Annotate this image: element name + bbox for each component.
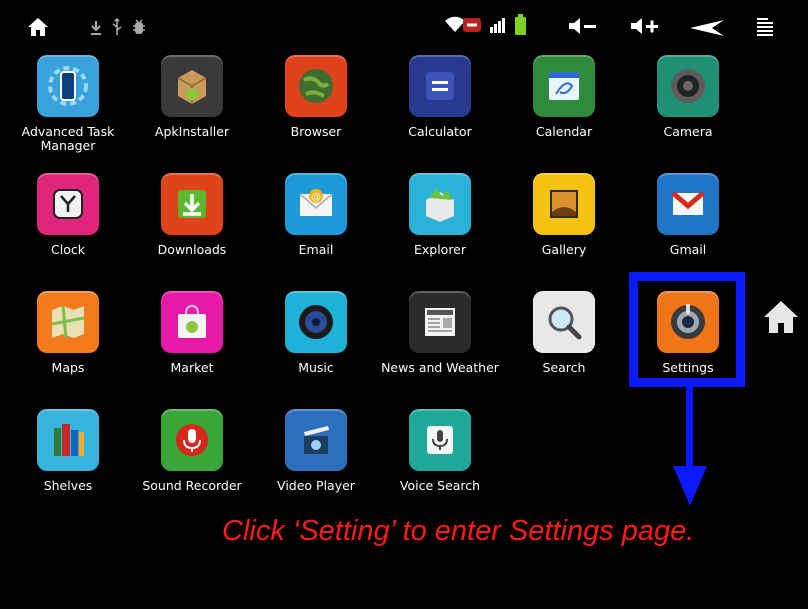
- app-video-player[interactable]: Video Player: [248, 406, 368, 516]
- app-label: Browser: [290, 124, 342, 139]
- app-calendar[interactable]: Calendar: [496, 52, 616, 162]
- task-manager-icon: [37, 55, 99, 117]
- app-apkinstaller[interactable]: ApkInstaller: [124, 52, 244, 162]
- search-icon: [533, 291, 595, 353]
- app-browser[interactable]: Browser: [248, 52, 368, 162]
- app-clock[interactable]: Clock: [0, 170, 120, 280]
- signal-warning-icon: [463, 16, 481, 38]
- market-icon: [161, 291, 223, 353]
- signal-icon: [490, 17, 506, 37]
- annotation-arrow-shaft: [686, 387, 693, 469]
- maps-icon: [37, 291, 99, 353]
- camera-icon: [657, 55, 719, 117]
- app-label: Search: [542, 360, 586, 375]
- app-music[interactable]: Music: [248, 288, 368, 398]
- wifi-icon: [445, 16, 465, 38]
- app-advanced-task-manager[interactable]: Advanced Task Manager: [0, 52, 120, 162]
- back-icon[interactable]: [690, 19, 726, 41]
- app-label: Sound Recorder: [142, 478, 242, 493]
- app-voice-search[interactable]: Voice Search: [372, 406, 492, 516]
- browser-globe-icon: [285, 55, 347, 117]
- app-email[interactable]: @ Email: [248, 170, 368, 280]
- annotation-arrow-head: [673, 466, 707, 506]
- calculator-icon: [409, 55, 471, 117]
- battery-icon: [515, 14, 526, 40]
- app-gmail[interactable]: Gmail: [620, 170, 740, 280]
- app-label: Maps: [51, 360, 85, 375]
- app-explorer[interactable]: Explorer: [372, 170, 492, 280]
- video-player-icon: [285, 409, 347, 471]
- sound-recorder-icon: [161, 409, 223, 471]
- app-label: Downloads: [157, 242, 227, 257]
- app-label: Camera: [663, 124, 713, 139]
- app-label: News and Weather: [381, 360, 499, 375]
- app-camera[interactable]: Camera: [620, 52, 740, 162]
- app-label: Clock: [51, 242, 85, 257]
- app-label: Explorer: [413, 242, 467, 257]
- gallery-icon: [533, 173, 595, 235]
- app-label: Email: [298, 242, 334, 257]
- app-search[interactable]: Search: [496, 288, 616, 398]
- gmail-icon: [657, 173, 719, 235]
- explorer-icon: [409, 173, 471, 235]
- news-icon: [409, 291, 471, 353]
- calendar-icon: [533, 55, 595, 117]
- app-downloads[interactable]: Downloads: [124, 170, 244, 280]
- app-shelves[interactable]: Shelves: [0, 406, 120, 516]
- app-label: ApkInstaller: [154, 124, 230, 139]
- app-market[interactable]: Market: [124, 288, 244, 398]
- app-label: Music: [298, 360, 334, 375]
- volume-down-icon[interactable]: [568, 16, 598, 40]
- svg-text:@: @: [311, 192, 321, 203]
- clock-icon: [37, 173, 99, 235]
- email-icon: @: [285, 173, 347, 235]
- app-calculator[interactable]: Calculator: [372, 52, 492, 162]
- menu-icon[interactable]: [755, 17, 775, 41]
- debug-icon: [132, 18, 146, 40]
- volume-up-icon[interactable]: [630, 16, 660, 40]
- music-icon: [285, 291, 347, 353]
- side-home-icon[interactable]: [763, 299, 799, 335]
- app-gallery[interactable]: Gallery: [496, 170, 616, 280]
- app-label: Shelves: [43, 478, 93, 493]
- voice-search-icon: [409, 409, 471, 471]
- app-label: Advanced Task Manager: [21, 124, 115, 153]
- download-icon: [90, 20, 102, 40]
- app-sound-recorder[interactable]: Sound Recorder: [124, 406, 244, 516]
- app-label: Market: [170, 360, 214, 375]
- app-label: Calculator: [408, 124, 472, 139]
- apk-installer-icon: [161, 55, 223, 117]
- app-label: Gmail: [669, 242, 707, 257]
- app-news-and-weather[interactable]: News and Weather: [372, 288, 499, 398]
- app-maps[interactable]: Maps: [0, 288, 120, 398]
- app-label: Gallery: [541, 242, 587, 257]
- home-icon[interactable]: [27, 16, 49, 42]
- usb-icon: [111, 17, 123, 40]
- app-label: Video Player: [277, 478, 355, 493]
- app-label: Calendar: [535, 124, 593, 139]
- downloads-icon: [161, 173, 223, 235]
- app-label: Voice Search: [399, 478, 481, 493]
- settings-highlight-box: [629, 272, 745, 387]
- status-bar: [0, 0, 808, 52]
- shelves-icon: [37, 409, 99, 471]
- instruction-caption: Click ‘Setting’ to enter Settings page.: [222, 515, 695, 547]
